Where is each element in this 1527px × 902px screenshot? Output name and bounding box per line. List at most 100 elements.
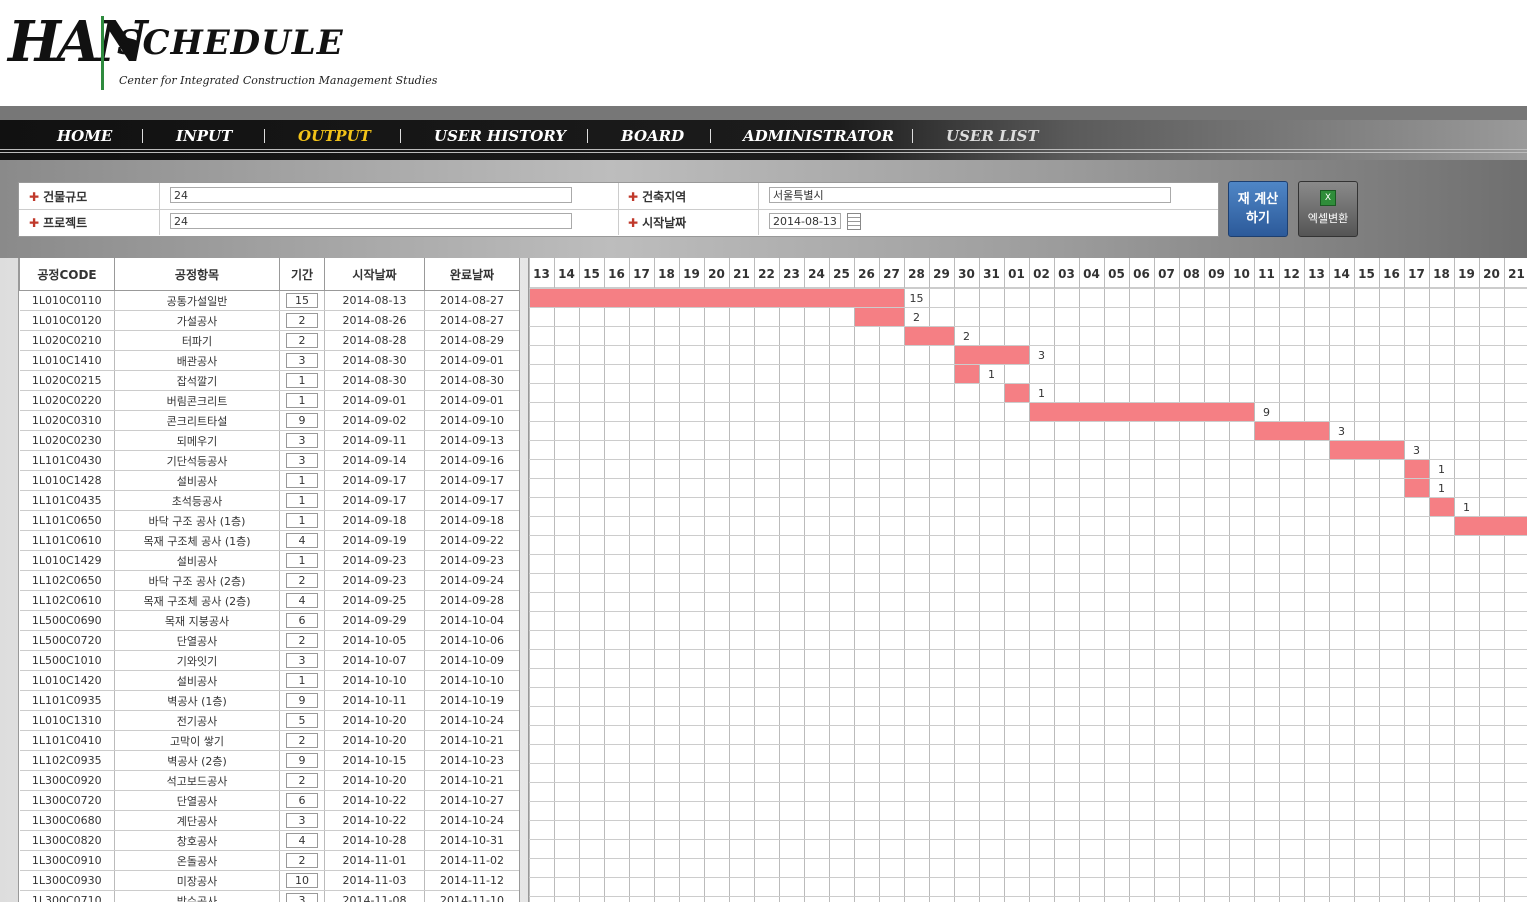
task-duration: 4 [279, 590, 325, 611]
task-end-date: 2014-10-24 [424, 810, 519, 831]
start-date-field[interactable]: 2014-08-13 [769, 213, 841, 229]
nav-separator [587, 129, 588, 143]
nav-input[interactable]: INPUT [176, 127, 232, 145]
duration-input[interactable]: 3 [286, 893, 318, 902]
nav-home[interactable]: HOME [57, 127, 112, 145]
task-code: 1L300C0820 [19, 830, 115, 851]
duration-input[interactable]: 3 [286, 653, 318, 668]
task-start-date: 2014-09-11 [324, 430, 425, 451]
duration-input[interactable]: 3 [286, 813, 318, 828]
task-item: 벽공사 (2층) [114, 750, 280, 771]
task-duration: 4 [279, 530, 325, 551]
task-item: 창호공사 [114, 830, 280, 851]
duration-input[interactable]: 15 [286, 293, 318, 308]
duration-input[interactable]: 6 [286, 613, 318, 628]
task-code: 1L101C0435 [19, 490, 115, 511]
task-end-date: 2014-09-01 [424, 350, 519, 371]
duration-input[interactable]: 2 [286, 313, 318, 328]
task-start-date: 2014-08-13 [324, 290, 425, 311]
task-end-date: 2014-10-27 [424, 790, 519, 811]
table-row: 1L500C0690 목재 지붕공사 6 2014-09-29 2014-10-04 [19, 610, 519, 631]
nav-band [0, 106, 1527, 120]
task-code: 1L300C0920 [19, 770, 115, 791]
duration-input[interactable]: 1 [286, 513, 318, 528]
task-item: 전기공사 [114, 710, 280, 731]
duration-input[interactable]: 1 [286, 673, 318, 688]
task-start-date: 2014-10-15 [324, 750, 425, 771]
table-row: 1L300C0910 온돌공사 2 2014-11-01 2014-11-02 [19, 850, 519, 871]
task-end-date: 2014-10-06 [424, 630, 519, 651]
duration-input[interactable]: 1 [286, 493, 318, 508]
gantt-day-label: 30 [958, 267, 975, 281]
task-end-date: 2014-09-22 [424, 530, 519, 551]
gantt-day-label: 22 [758, 267, 775, 281]
task-end-date: 2014-09-10 [424, 410, 519, 431]
duration-input[interactable]: 2 [286, 773, 318, 788]
duration-input[interactable]: 4 [286, 533, 318, 548]
building-scale-label: ✚ 건물규모 [29, 190, 88, 204]
col-header-end: 완료날짜 [424, 258, 519, 291]
task-code: 1L020C0215 [19, 370, 115, 391]
duration-input[interactable]: 2 [286, 573, 318, 588]
table-row: 1L020C0220 버림콘크리트 1 2014-09-01 2014-09-01 [19, 390, 519, 411]
nav-board[interactable]: BOARD [621, 127, 684, 145]
project-field[interactable]: 24 [170, 213, 572, 229]
task-item: 배관공사 [114, 350, 280, 371]
recalculate-button[interactable]: 재 계산 하기 [1228, 181, 1288, 237]
nav-user-history[interactable]: USER HISTORY [434, 127, 566, 145]
duration-input[interactable]: 6 [286, 793, 318, 808]
duration-input[interactable]: 3 [286, 353, 318, 368]
task-end-date: 2014-10-24 [424, 710, 519, 731]
task-code: 1L010C1310 [19, 710, 115, 731]
duration-input[interactable]: 9 [286, 413, 318, 428]
task-code: 1L102C0650 [19, 570, 115, 591]
table-row: 1L102C0650 바닥 구조 공사 (2층) 2 2014-09-23 2014-0… [19, 570, 519, 591]
building-scale-field[interactable]: 24 [170, 187, 572, 203]
calendar-icon[interactable] [847, 213, 861, 230]
duration-input[interactable]: 1 [286, 553, 318, 568]
task-item: 되메우기 [114, 430, 280, 451]
duration-input[interactable]: 9 [286, 753, 318, 768]
task-code: 1L010C1410 [19, 350, 115, 371]
gantt-grid: 13 14 15 16 17 18 19 20 21 22 23 24 25 26 27 28 29 30 31 01… [529, 258, 1527, 902]
nav-administrator[interactable]: ADMINISTRATOR [743, 127, 894, 145]
task-item: 벽공사 (1층) [114, 690, 280, 711]
nav-user-list[interactable]: USER LIST [946, 127, 1039, 145]
region-field[interactable]: 서울특별시 [769, 187, 1171, 203]
duration-input[interactable]: 4 [286, 593, 318, 608]
nav-separator [142, 129, 143, 143]
gantt-day-label: 09 [1208, 267, 1225, 281]
duration-input[interactable]: 3 [286, 433, 318, 448]
table-row: 1L010C1429 설비공사 1 2014-09-23 2014-09-23 [19, 550, 519, 571]
task-end-date: 2014-08-27 [424, 290, 519, 311]
gantt-bar [1030, 403, 1254, 421]
table-row: 1L300C0930 미장공사 10 2014-11-03 2014-11-12 [19, 870, 519, 891]
excel-export-label: 엑셀변환 [1307, 212, 1349, 225]
duration-input[interactable]: 3 [286, 453, 318, 468]
duration-input[interactable]: 9 [286, 693, 318, 708]
duration-input[interactable]: 2 [286, 333, 318, 348]
task-start-date: 2014-10-20 [324, 730, 425, 751]
duration-input[interactable]: 2 [286, 733, 318, 748]
task-duration: 1 [279, 390, 325, 411]
table-row: 1L010C0110 공통가설일반 15 2014-08-13 2014-08-27 [19, 290, 519, 311]
task-code: 1L010C1428 [19, 470, 115, 491]
duration-input[interactable]: 1 [286, 373, 318, 388]
nav-output[interactable]: OUTPUT [298, 127, 371, 145]
task-end-date: 2014-09-16 [424, 450, 519, 471]
gantt-bar-label: 3 [1338, 425, 1345, 438]
duration-input[interactable]: 5 [286, 713, 318, 728]
duration-input[interactable]: 1 [286, 473, 318, 488]
gantt-day-label: 19 [1458, 267, 1475, 281]
task-end-date: 2014-08-30 [424, 370, 519, 391]
start-date-label: ✚ 시작날짜 [628, 216, 687, 230]
duration-input[interactable]: 4 [286, 833, 318, 848]
duration-input[interactable]: 2 [286, 853, 318, 868]
excel-export-button[interactable]: X 엑셀변환 [1298, 181, 1358, 237]
task-code: 1L101C0935 [19, 690, 115, 711]
task-item: 고막이 쌓기 [114, 730, 280, 751]
duration-input[interactable]: 10 [286, 873, 318, 888]
gantt-day-label: 21 [1508, 267, 1525, 281]
duration-input[interactable]: 1 [286, 393, 318, 408]
duration-input[interactable]: 2 [286, 633, 318, 648]
